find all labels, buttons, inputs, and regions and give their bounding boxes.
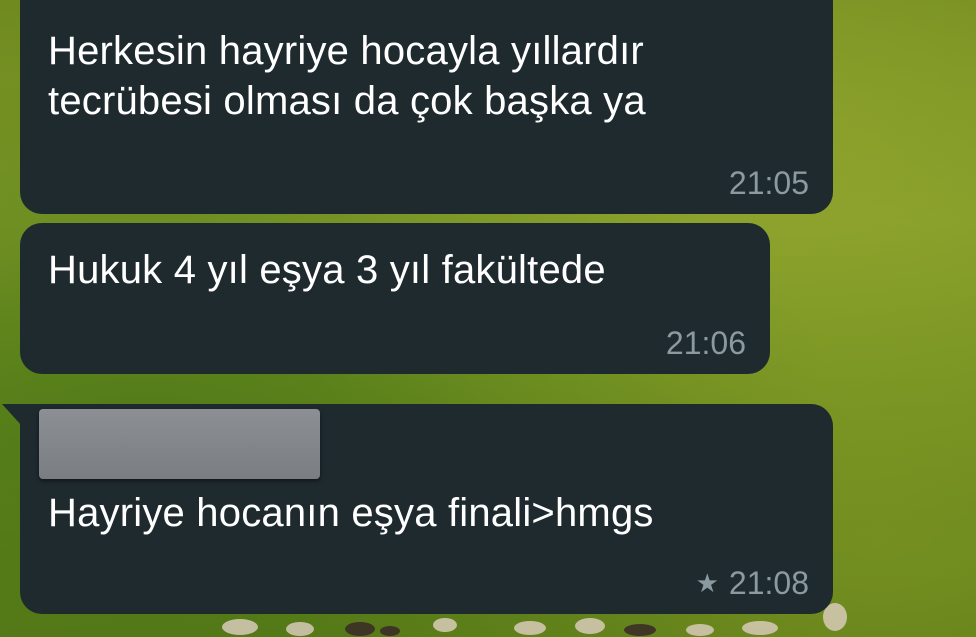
- message-meta: 21:06: [666, 325, 746, 362]
- message-text: Herkesin hayriye hocayla yıllardır tecrü…: [48, 26, 646, 126]
- message-text: Hayriye hocanın eşya finali>hmgs: [48, 491, 654, 535]
- message-time: 21:08: [728, 565, 809, 601]
- message-meta: 21:05: [729, 165, 809, 202]
- message-text: Hukuk 4 yıl eşya 3 yıl fakültede: [48, 248, 606, 292]
- message-time: 21:06: [665, 325, 746, 361]
- message-meta: ★ 21:08: [696, 565, 809, 602]
- message-bubble[interactable]: Hukuk 4 yıl eşya 3 yıl fakültede 21:06: [20, 223, 770, 374]
- message-text-line: tecrübesi olması da çok başka ya: [48, 79, 646, 123]
- message-bubble[interactable]: Herkesin hayriye hocayla yıllardır tecrü…: [20, 0, 833, 214]
- message-time: 21:05: [728, 165, 809, 201]
- redacted-sender-name: [39, 409, 320, 479]
- star-icon: ★: [695, 567, 719, 598]
- bubble-tail: [2, 404, 22, 426]
- message-text-line: Herkesin hayriye hocayla yıllardır: [48, 29, 644, 73]
- message-bubble[interactable]: Hayriye hocanın eşya finali>hmgs ★ 21:08: [2, 404, 833, 614]
